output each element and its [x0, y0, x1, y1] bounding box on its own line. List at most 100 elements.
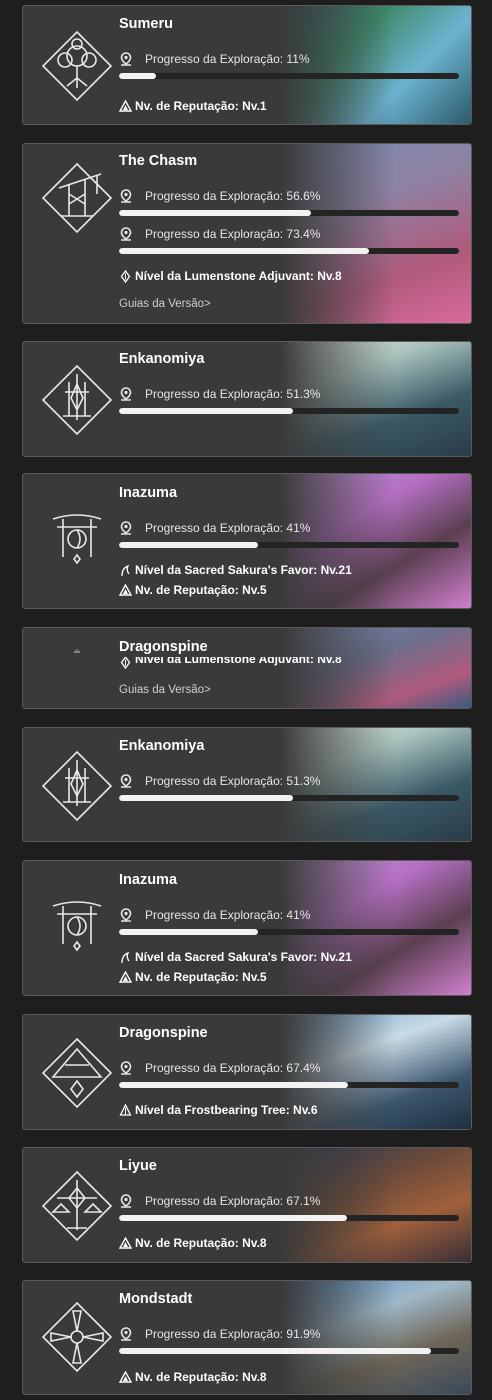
progress-text: Progresso da Exploração: 91.9%	[145, 1327, 321, 1341]
region-card-enkanomiya[interactable]: Enkanomiya Progresso da Exploração: 51.3…	[22, 341, 472, 457]
progress-text: Progresso da Exploração: 41%	[145, 521, 311, 535]
stat-text: Nv. de Reputação: Nv.8	[135, 1236, 267, 1250]
exploration-progress-bar	[119, 1215, 459, 1221]
map-pin-icon	[120, 189, 132, 203]
exploration-progress-label: Progresso da Exploração: 67.1%	[119, 1194, 320, 1208]
region-title: Inazuma	[119, 872, 178, 888]
lumenstone-stat: Nível da Lumenstone Adjuvant: Nv.8	[119, 269, 342, 283]
region-title: The Chasm	[119, 153, 198, 169]
lumenstone-icon	[120, 269, 131, 283]
inazuma-torii-emblem-icon	[39, 886, 115, 962]
region-card-liyue[interactable]: Liyue Progresso da Exploração: 67.1% Nv.…	[22, 1147, 472, 1263]
stat-text: Nv. de Reputação: Nv.1	[135, 99, 267, 113]
progress-text: Progresso da Exploração: 11%	[145, 52, 310, 66]
reputation-stat: Nv. de Reputação: Nv.5	[119, 970, 267, 984]
map-pin-icon	[120, 1194, 132, 1208]
exploration-progress-label: Progresso da Exploração: 41%	[119, 521, 310, 535]
lumenstone-stat: Nível da Lumenstone Adjuvant: Nv.8	[119, 657, 342, 669]
enkanomiya-emblem-icon	[39, 362, 115, 438]
stat-text: Nv. de Reputação: Nv.5	[135, 583, 267, 597]
exploration-progress-bar	[119, 210, 459, 216]
region-card-enkanomiya[interactable]: Enkanomiya Progresso da Exploração: 51.3…	[22, 727, 472, 842]
reputation-stat: Nv. de Reputação: Nv.5	[119, 583, 267, 597]
map-pin-icon	[120, 52, 132, 66]
progress-text: Progresso da Exploração: 67.1%	[145, 1194, 321, 1208]
map-pin-icon	[120, 387, 132, 401]
reputation-icon	[119, 1236, 132, 1249]
exploration-progress-label: Progresso da Exploração: 91.9%	[119, 1327, 320, 1341]
map-pin-icon	[120, 1061, 132, 1075]
region-title: Dragonspine	[119, 1025, 208, 1041]
progress-text: Progresso da Exploração: 56.6%	[145, 189, 321, 203]
sumeru-tree-emblem-icon	[39, 28, 115, 104]
stat-text: Nv. de Reputação: Nv.8	[135, 1370, 267, 1384]
map-pin-icon	[120, 521, 132, 535]
region-title: Dragonspine	[119, 639, 208, 655]
map-pin-icon	[120, 1327, 132, 1341]
map-pin-icon	[120, 908, 132, 922]
progress-text: Progresso da Exploração: 51.3%	[145, 387, 321, 401]
map-pin-icon	[120, 227, 132, 241]
region-card-inazuma[interactable]: Inazuma Progresso da Exploração: 41% Nív…	[22, 860, 472, 996]
reputation-stat: Nv. de Reputação: Nv.8	[119, 1370, 267, 1384]
version-guides-link[interactable]: Guias da Versão>	[119, 684, 211, 696]
sakura-favor-stat: Nível da Sacred Sakura's Favor: Nv.21	[119, 563, 352, 577]
exploration-progress-label: Progresso da Exploração: 67.4%	[119, 1061, 320, 1075]
sakura-icon	[121, 951, 130, 963]
dragonspine-mountain-emblem-icon	[39, 1035, 115, 1111]
reputation-stat: Nv. de Reputação: Nv.8	[119, 1236, 267, 1250]
inazuma-artwork	[281, 474, 471, 608]
exploration-progress-label: Progresso da Exploração: 73.4%	[119, 227, 320, 241]
region-title: Enkanomiya	[119, 351, 205, 367]
exploration-progress-bar	[119, 542, 459, 548]
stat-text: Nível da Lumenstone Adjuvant: Nv.8	[135, 657, 342, 666]
region-card-the-chasm[interactable]: The Chasm Progresso da Exploração: 56.6%…	[22, 143, 472, 324]
reputation-icon	[119, 99, 132, 112]
frostbearing-tree-icon	[119, 1103, 132, 1116]
region-card-dragonspine[interactable]: Dragonspine Nível da Lumenstone Adjuvant…	[22, 627, 472, 709]
progress-text: Progresso da Exploração: 67.4%	[145, 1061, 321, 1075]
region-title: Liyue	[119, 1158, 157, 1174]
exploration-progress-label: Progresso da Exploração: 41%	[119, 908, 310, 922]
progress-text: Progresso da Exploração: 41%	[145, 908, 311, 922]
region-card-mondstadt[interactable]: Mondstadt Progresso da Exploração: 91.9%…	[22, 1280, 472, 1395]
stat-text: Nível da Lumenstone Adjuvant: Nv.8	[135, 269, 342, 283]
reputation-stat: Nv. de Reputação: Nv.1	[119, 99, 267, 113]
exploration-progress-label: Progresso da Exploração: 51.3%	[119, 774, 320, 788]
region-title: Inazuma	[119, 485, 178, 501]
exploration-progress-bar	[119, 248, 459, 254]
stat-text: Nível da Sacred Sakura's Favor: Nv.21	[135, 950, 352, 964]
reputation-icon	[119, 970, 132, 983]
exploration-progress-bar	[119, 1082, 459, 1088]
exploration-progress-bar	[119, 795, 459, 801]
region-card-dragonspine[interactable]: Dragonspine Progresso da Exploração: 67.…	[22, 1014, 472, 1130]
progress-text: Progresso da Exploração: 51.3%	[145, 774, 321, 788]
region-title: Mondstadt	[119, 1291, 193, 1307]
inazuma-torii-emblem-icon	[39, 499, 115, 575]
region-title: Sumeru	[119, 16, 173, 32]
exploration-progress-bar	[119, 1348, 459, 1354]
exploration-progress-label: Progresso da Exploração: 51.3%	[119, 387, 320, 401]
lumenstone-icon	[120, 657, 131, 669]
version-guides-link[interactable]: Guias da Versão>	[119, 298, 211, 310]
map-pin-icon	[120, 774, 132, 788]
stat-text: Nível da Frostbearing Tree: Nv.6	[135, 1103, 318, 1117]
exploration-progress-bar	[119, 408, 459, 414]
sakura-icon	[121, 564, 130, 576]
stat-text: Nv. de Reputação: Nv.5	[135, 970, 267, 984]
region-card-inazuma[interactable]: Inazuma Progresso da Exploração: 41% Nív…	[22, 473, 472, 609]
frostbearing-tree-stat: Nível da Frostbearing Tree: Nv.6	[119, 1103, 318, 1117]
enkanomiya-emblem-icon	[39, 748, 115, 824]
dragonspine-mountain-emblem-icon	[39, 646, 115, 666]
reputation-icon	[119, 583, 132, 596]
chasm-crane-emblem-icon	[39, 160, 115, 236]
inazuma-artwork	[281, 861, 471, 995]
liyue-scale-emblem-icon	[39, 1168, 115, 1244]
mondstadt-windmill-emblem-icon	[39, 1299, 115, 1375]
exploration-progress-bar	[119, 73, 459, 79]
stat-text: Nível da Sacred Sakura's Favor: Nv.21	[135, 563, 352, 577]
sakura-favor-stat: Nível da Sacred Sakura's Favor: Nv.21	[119, 950, 352, 964]
exploration-progress-label: Progresso da Exploração: 56.6%	[119, 189, 320, 203]
region-card-sumeru[interactable]: Sumeru Progresso da Exploração: 11% Nv. …	[22, 5, 472, 125]
reputation-icon	[119, 1370, 132, 1383]
